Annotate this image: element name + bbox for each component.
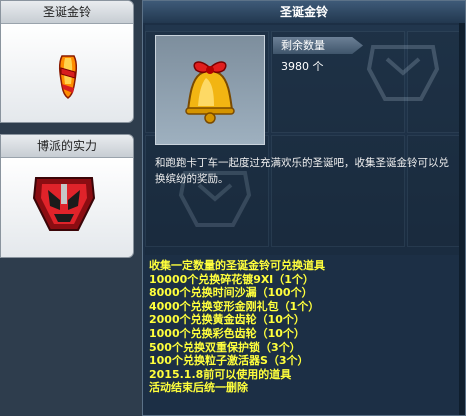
rule-line: 收集一定数量的圣诞金铃可兑换道具 — [149, 259, 325, 272]
scrollbar[interactable] — [459, 23, 465, 415]
rule-line: 500个兑换双重保护锁（3个） — [149, 340, 301, 354]
rule-line: 2015.1.8前可以使用的道具 — [149, 367, 292, 381]
golden-bell-icon — [185, 61, 235, 124]
rule-line: 2000个兑换黄金齿轮（10个） — [149, 313, 305, 327]
item-card-title: 博派的实力 — [1, 135, 133, 158]
item-image — [155, 35, 265, 145]
remaining-count-value: 3980 个 — [281, 60, 324, 73]
rule-line: 10000个兑换碎花镀9Ⅺ（1个） — [149, 272, 314, 286]
golden-bell-icon — [58, 55, 78, 99]
panel-title: 圣诞金铃 — [143, 1, 465, 23]
item-card-autobot[interactable]: 博派的实力 — [0, 134, 134, 258]
rule-line: 活动结束后统一删除 — [149, 381, 248, 395]
rule-line: 4000个兑换变形金刚礼包（1个） — [149, 299, 320, 313]
item-card-christmas-bell[interactable]: 圣诞金铃 — [0, 0, 134, 123]
exchange-rules: 收集一定数量的圣诞金铃可兑换道具 10000个兑换碎花镀9Ⅺ（1个） 8000个… — [149, 259, 461, 395]
rule-line: 1000个兑换彩色齿轮（10个） — [149, 326, 305, 340]
item-description: 和跑跑卡丁车一起度过充满欢乐的圣诞吧，收集圣诞金铃可以兑换缤纷的奖励。 — [155, 157, 449, 185]
item-detail-area: 剩余数量 3980 个 和跑跑卡丁车一起度过充满欢乐的圣诞吧，收集圣诞金铃可以兑… — [145, 25, 463, 255]
remaining-count-label: 剩余数量 — [273, 37, 363, 54]
autobot-emblem-icon — [32, 177, 96, 231]
rule-line: 8000个兑换时间沙漏（100个） — [149, 286, 313, 300]
rule-line: 100个兑换粒子激活器S（3个） — [149, 354, 309, 368]
item-card-title: 圣诞金铃 — [1, 1, 133, 24]
item-detail-panel: 圣诞金铃 剩余数量 3980 个 和跑跑卡丁车一起度过充满欢乐的圣诞吧，收集圣诞… — [142, 0, 466, 416]
faded-emblem-icon — [366, 45, 440, 101]
